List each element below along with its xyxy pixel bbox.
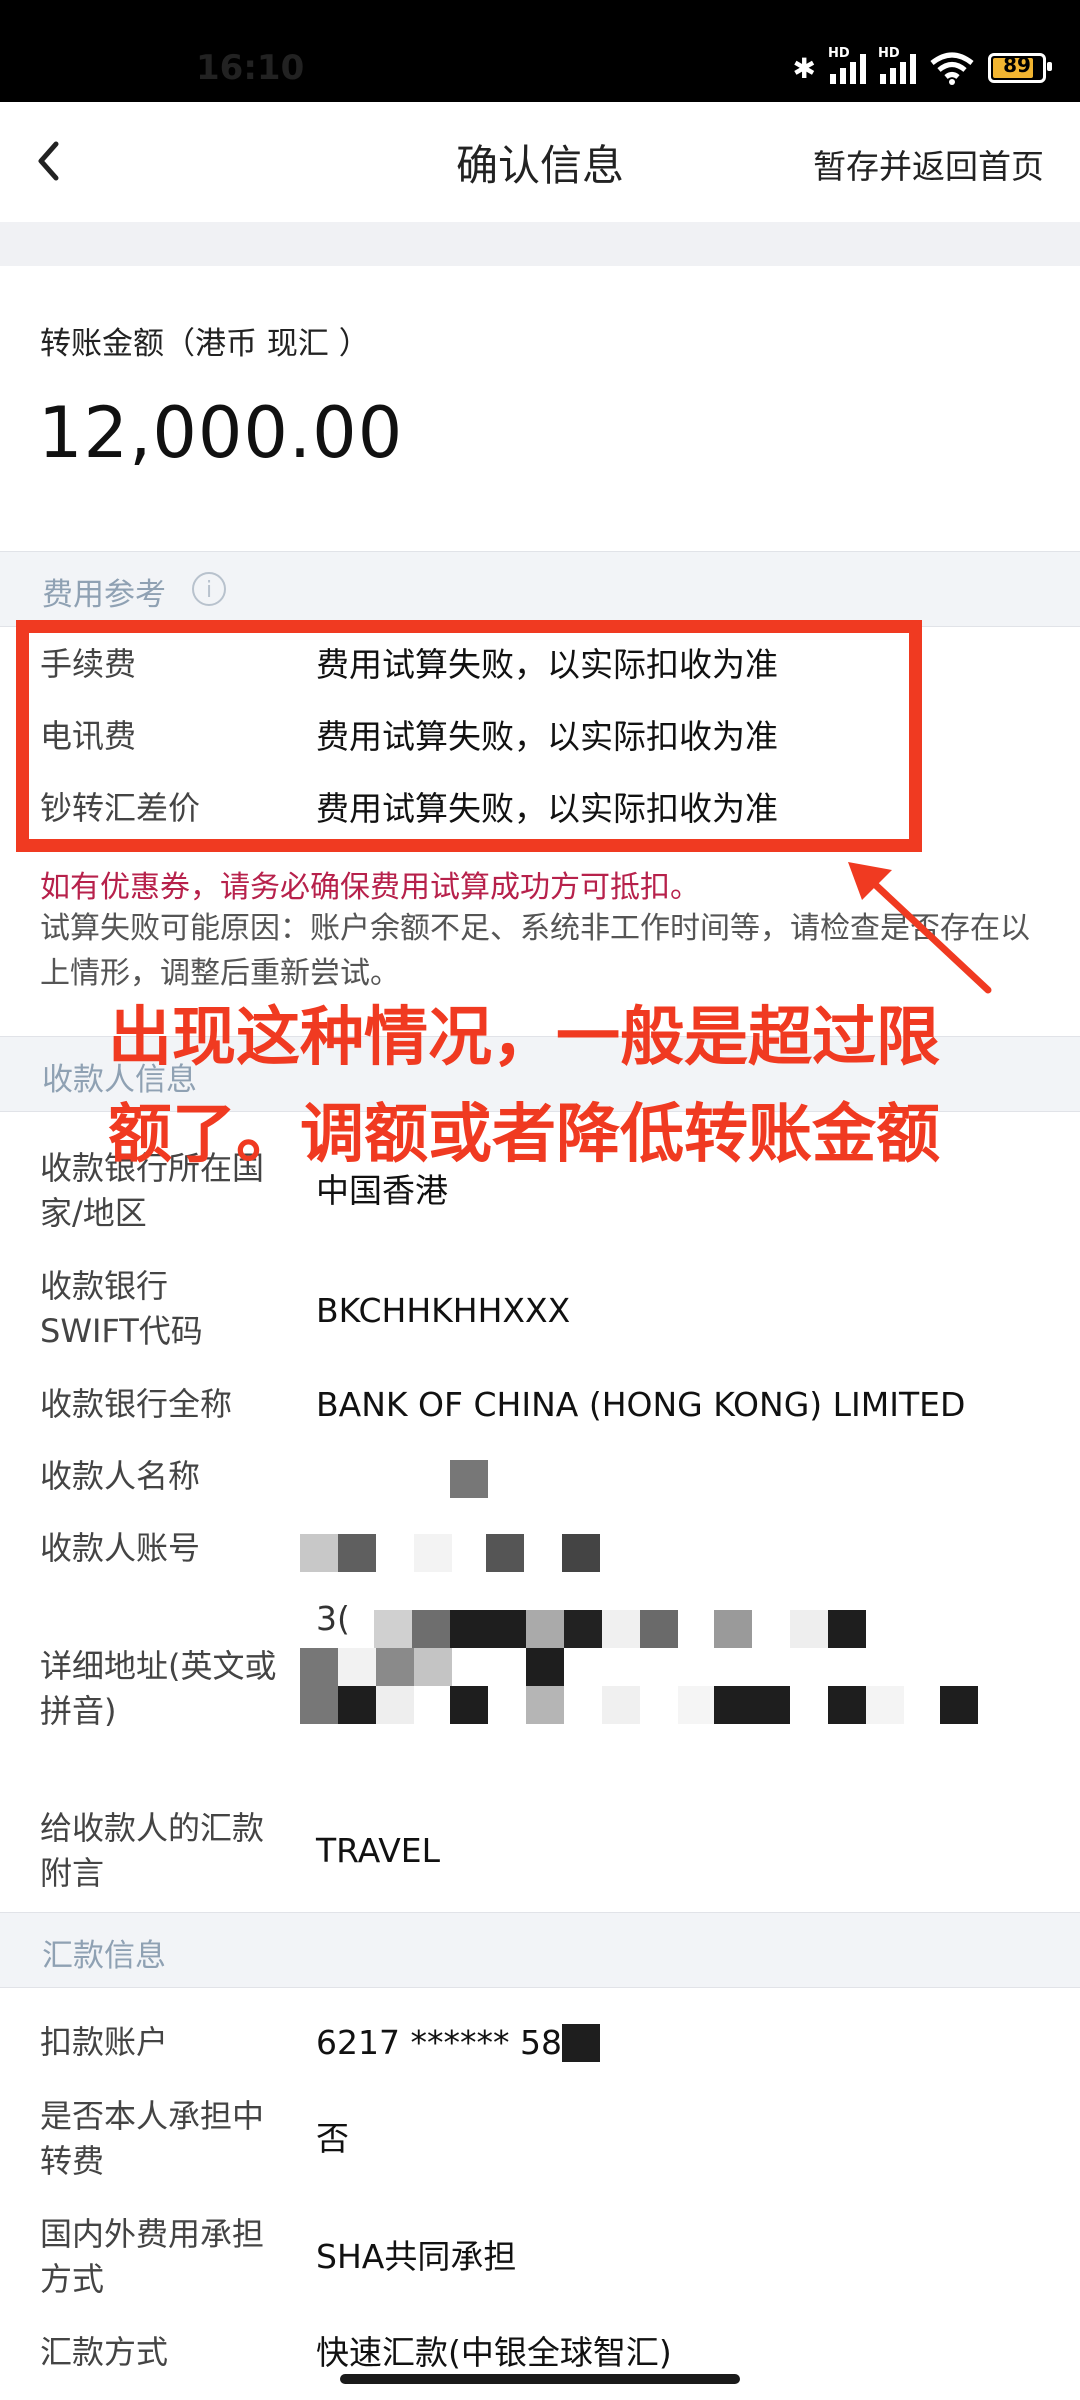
- status-icons: ✱ HD HD 89: [792, 46, 1052, 88]
- info-icon[interactable]: i: [192, 572, 226, 606]
- signal-hd-icon: HD: [878, 46, 916, 84]
- swift-value: BKCHHKHHXXX: [316, 1291, 571, 1330]
- status-time: 16:10: [196, 48, 305, 88]
- bear-fee-value: 否: [316, 2119, 349, 2158]
- chevron-left-icon: [38, 141, 59, 181]
- amount-value: 12,000.00: [38, 392, 404, 474]
- remit-method-label: 汇款方式: [40, 2333, 169, 2371]
- bear-fee-label: 是否本人承担中转费: [40, 2097, 265, 2180]
- remark-label: 给收款人的汇款附言: [40, 1809, 265, 1892]
- address-label: 详细地址(英文或拼音): [40, 1647, 277, 1730]
- section-title: 费用参考: [42, 577, 166, 613]
- remark-value: TRAVEL: [316, 1831, 441, 1870]
- annotation-arrow-icon: [848, 862, 992, 994]
- swift-label: 收款银行SWIFT代码: [40, 1267, 203, 1350]
- account-label: 收款人账号: [40, 1529, 201, 1567]
- section-title: 汇款信息: [42, 1938, 166, 1974]
- payee-name-label: 收款人名称: [40, 1457, 201, 1495]
- address-prefix: 3(: [316, 1599, 350, 1638]
- debit-account-label: 扣款账户: [40, 2023, 169, 2061]
- bank-name-value: BANK OF CHINA (HONG KONG) LIMITED: [316, 1385, 966, 1424]
- debit-account-value: 6217 ****** 58: [316, 2023, 562, 2062]
- bluetooth-icon: ✱: [792, 51, 816, 85]
- coupon-note: 如有优惠券，请务必确保费用试算成功方可抵扣。: [40, 870, 700, 905]
- fee-mode-value: SHA共同承担: [316, 2237, 517, 2276]
- section-header-remittance: 汇款信息: [0, 1912, 1080, 1988]
- fee-mode-label: 国内外费用承担方式: [40, 2215, 265, 2298]
- remit-method-value: 快速汇款(中银全球智汇): [316, 2333, 672, 2372]
- save-and-home-button[interactable]: 暂存并返回首页: [813, 140, 1044, 188]
- wifi-icon: [930, 52, 974, 85]
- divider-band: [0, 222, 1080, 266]
- annotation-text: 出现这种情况，一般是超过限额了。调额或者降低转账金额: [108, 1001, 940, 1172]
- signal-hd-icon: HD: [828, 46, 866, 84]
- back-button[interactable]: [24, 126, 94, 196]
- bank-name-label: 收款银行全称: [40, 1385, 233, 1423]
- amount-label: 转账金额（港币 现汇 ）: [40, 326, 370, 362]
- home-indicator[interactable]: [340, 2374, 740, 2384]
- annotation-highlight-box: [16, 620, 922, 852]
- battery-icon: 89: [988, 53, 1052, 83]
- section-header-fees: 费用参考 i: [0, 551, 1080, 627]
